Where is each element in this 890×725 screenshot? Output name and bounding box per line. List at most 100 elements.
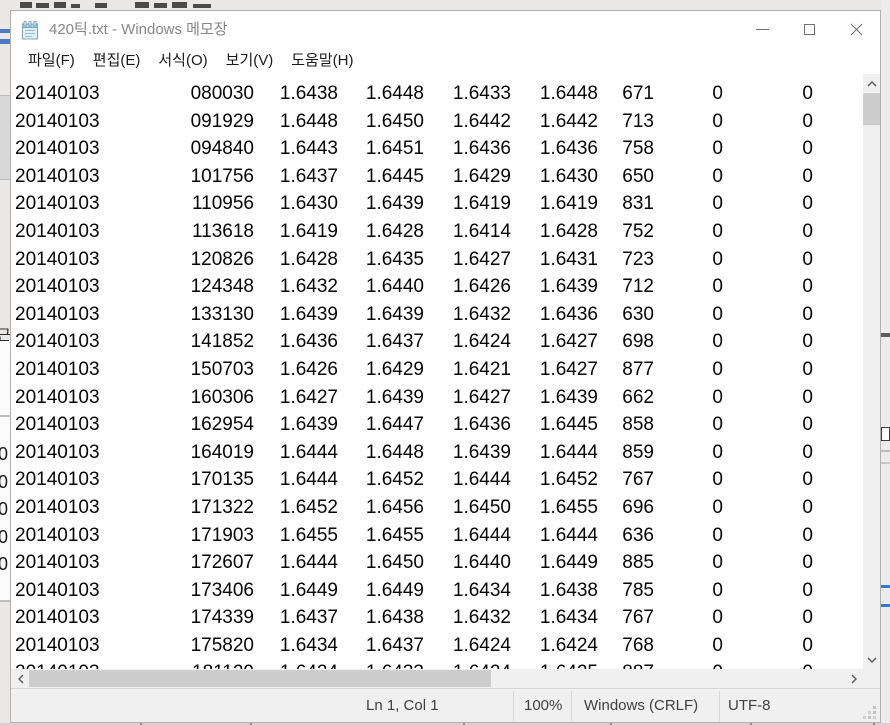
text-cell: 1.6433 — [424, 80, 511, 108]
text-cell: 0 — [654, 301, 723, 329]
maximize-button[interactable] — [786, 11, 833, 48]
text-cell: 1.6427 — [511, 356, 598, 384]
text-cell: 0 — [723, 494, 813, 522]
cursor-position: Ln 1, Col 1 — [366, 689, 439, 723]
text-cell: 1.6438 — [338, 604, 424, 632]
status-divider — [513, 691, 514, 721]
horizontal-scroll-thumb[interactable] — [29, 670, 491, 687]
text-line: 201401031017561.64371.64451.64291.643065… — [11, 163, 863, 191]
text-line: 201401031734061.64491.64491.64341.643878… — [11, 577, 863, 605]
text-cell: 1.6452 — [254, 494, 338, 522]
scroll-left-button[interactable] — [11, 669, 30, 688]
vertical-scroll-thumb[interactable] — [863, 93, 880, 125]
menu-format[interactable]: 서식(O) — [149, 48, 216, 74]
scroll-right-button[interactable] — [844, 669, 863, 688]
text-cell: 0 — [654, 80, 723, 108]
vertical-scrollbar[interactable] — [863, 74, 880, 669]
text-cell: 20140103 — [11, 384, 107, 412]
background-digit: 0 — [0, 496, 10, 524]
text-cell: 1.6421 — [424, 356, 511, 384]
text-cell: 785 — [598, 577, 654, 605]
text-line: 201401030919291.64481.64501.64421.644271… — [11, 108, 863, 136]
text-cell: 20140103 — [11, 549, 107, 577]
background-glyph-fragment — [54, 2, 66, 8]
text-line: 201401031758201.64341.64371.64241.642476… — [11, 632, 863, 660]
text-cell: 1.6439 — [511, 273, 598, 301]
text-cell: 887 — [598, 659, 654, 669]
background-glyph-fragment — [154, 3, 167, 8]
text-cell: 877 — [598, 356, 654, 384]
text-cell: 181129 — [107, 659, 254, 669]
text-cell: 636 — [598, 522, 654, 550]
background-blue-line — [0, 39, 10, 44]
text-cell: 1.6449 — [511, 549, 598, 577]
text-cell: 0 — [723, 356, 813, 384]
text-cell: 080030 — [107, 80, 254, 108]
text-cell: 1.6439 — [424, 439, 511, 467]
text-cell: 0 — [723, 108, 813, 136]
text-cell: 1.6428 — [338, 218, 424, 246]
text-cell: 1.6455 — [338, 522, 424, 550]
menu-help[interactable]: 도움말(H) — [282, 48, 362, 74]
title-bar[interactable]: 420틱.txt - Windows 메모장 — [11, 11, 880, 48]
text-cell: 20140103 — [11, 604, 107, 632]
text-cell: 0 — [723, 439, 813, 467]
text-cell: 1.6424 — [424, 328, 511, 356]
text-cell: 091929 — [107, 108, 254, 136]
window-controls — [739, 11, 880, 48]
menu-view[interactable]: 보기(V) — [217, 48, 283, 74]
text-cell: 1.6430 — [254, 190, 338, 218]
text-cell: 1.6448 — [338, 439, 424, 467]
horizontal-scrollbar[interactable] — [11, 669, 863, 688]
text-cell: 1.6450 — [338, 549, 424, 577]
text-cell: 1.6444 — [254, 466, 338, 494]
text-cell: 650 — [598, 163, 654, 191]
scroll-up-button[interactable] — [863, 75, 880, 92]
text-cell: 133130 — [107, 301, 254, 329]
text-cell: 0 — [654, 439, 723, 467]
background-divider — [881, 462, 890, 464]
resize-grip[interactable] — [863, 706, 876, 719]
status-bar: Ln 1, Col 1 100% Windows (CRLF) UTF-8 — [11, 688, 880, 722]
text-cell: 1.6456 — [338, 494, 424, 522]
text-line: 201401031713221.64521.64561.64501.645569… — [11, 494, 863, 522]
text-cell: 0 — [654, 356, 723, 384]
scroll-down-button[interactable] — [863, 651, 880, 668]
text-editor[interactable]: 201401030800301.64381.64481.64331.644867… — [11, 74, 863, 669]
text-cell: 0 — [723, 384, 813, 412]
text-cell: 1.6437 — [338, 328, 424, 356]
text-cell: 174339 — [107, 604, 254, 632]
text-cell: 859 — [598, 439, 654, 467]
close-icon — [850, 23, 863, 36]
text-cell: 0 — [723, 604, 813, 632]
background-panel-fragment — [0, 95, 10, 180]
text-line: 201401031726071.64441.64501.64401.644988… — [11, 549, 863, 577]
text-cell: 1.6434 — [424, 577, 511, 605]
text-cell: 1.6444 — [254, 439, 338, 467]
text-cell: 110956 — [107, 190, 254, 218]
minimize-button[interactable] — [739, 11, 786, 48]
text-cell: 1.6451 — [338, 135, 424, 163]
text-cell: 858 — [598, 411, 654, 439]
close-button[interactable] — [833, 11, 880, 48]
text-line: 201401030800301.64381.64481.64331.644867… — [11, 80, 863, 108]
text-cell: 094840 — [107, 135, 254, 163]
text-cell: 1.6432 — [254, 273, 338, 301]
text-cell: 1.6448 — [511, 80, 598, 108]
text-cell: 0 — [654, 577, 723, 605]
text-cell: 1.6430 — [511, 163, 598, 191]
text-line: 201401031136181.64191.64281.64141.642875… — [11, 218, 863, 246]
background-divider — [0, 600, 10, 602]
text-cell: 1.6439 — [338, 301, 424, 329]
text-cell: 1.6447 — [338, 411, 424, 439]
text-cell: 160306 — [107, 384, 254, 412]
text-cell: 20140103 — [11, 80, 107, 108]
minimize-icon — [756, 29, 769, 30]
text-cell: 20140103 — [11, 108, 107, 136]
background-text-fragment: 근 — [0, 324, 10, 342]
text-line: 201401031640191.64441.64481.64391.644485… — [11, 439, 863, 467]
menu-edit[interactable]: 편집(E) — [84, 48, 150, 74]
menu-file[interactable]: 파일(F) — [19, 48, 84, 74]
text-cell: 1.6429 — [424, 163, 511, 191]
text-cell: 0 — [654, 190, 723, 218]
